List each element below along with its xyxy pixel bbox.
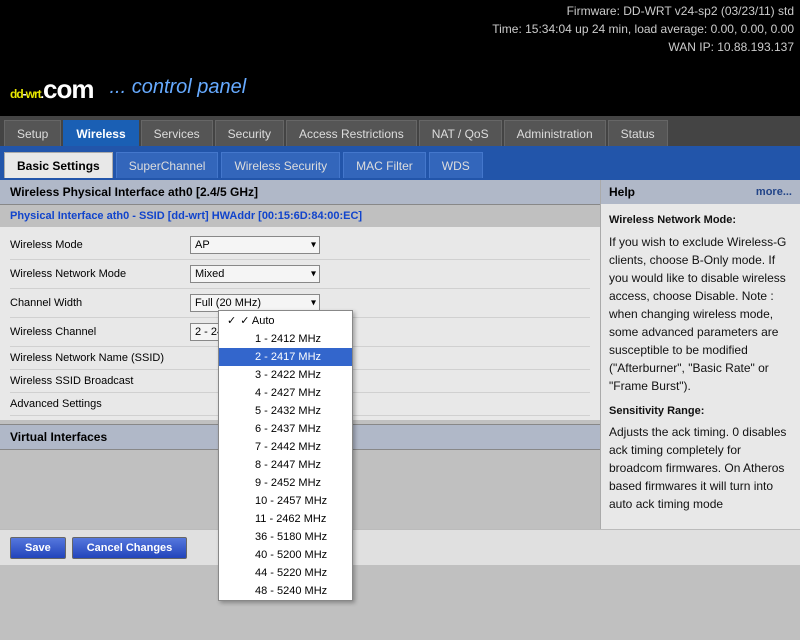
- save-button[interactable]: Save: [10, 537, 66, 559]
- main-tab-services[interactable]: Services: [141, 120, 213, 146]
- main-tab-administration[interactable]: Administration: [504, 120, 606, 146]
- dropdown-item-ch1[interactable]: 1 - 2412 MHz: [219, 330, 352, 348]
- dropdown-item-ch8[interactable]: 8 - 2447 MHz: [219, 456, 352, 474]
- main-tab-nat_qos[interactable]: NAT / QoS: [419, 120, 502, 146]
- dropdown-item-ch5[interactable]: 5 - 2432 MHz: [219, 402, 352, 420]
- help-content: Wireless Network Mode: If you wish to exc…: [601, 204, 800, 529]
- content-wrapper: Wireless Physical Interface ath0 [2.4/5 …: [0, 180, 800, 565]
- bottom-bar: Save Cancel Changes: [0, 529, 800, 565]
- dropdown-item-ch4[interactable]: 4 - 2427 MHz: [219, 384, 352, 402]
- dropdown-item-ch36[interactable]: 36 - 5180 MHz: [219, 528, 352, 546]
- logo-bar: dd-wrt.com ... control panel: [0, 58, 800, 116]
- dropdown-item-ch40[interactable]: 40 - 5200 MHz: [219, 546, 352, 564]
- help-section-heading: Sensitivity Range:: [609, 403, 792, 420]
- select-wireless_network_mode[interactable]: Mixed: [190, 265, 320, 283]
- main-nav: SetupWirelessServicesSecurityAccess Rest…: [0, 116, 800, 146]
- sub-tab-wds[interactable]: WDS: [429, 152, 483, 178]
- form-label-wireless_channel: Wireless Channel: [10, 326, 190, 338]
- physical-interface-label: Physical Interface ath0 - SSID [dd-wrt] …: [0, 205, 600, 227]
- help-section-heading: Wireless Network Mode:: [609, 212, 792, 229]
- dropdown-item-ch6[interactable]: 6 - 2437 MHz: [219, 420, 352, 438]
- dropdown-item-ch3[interactable]: 3 - 2422 MHz: [219, 366, 352, 384]
- sub-nav: Basic SettingsSuperChannelWireless Secur…: [0, 146, 800, 180]
- sub-tab-wireless_security[interactable]: Wireless Security: [221, 152, 340, 178]
- form-row-wireless_network_mode: Wireless Network ModeMixed: [10, 260, 590, 289]
- logo: dd-wrt.com: [10, 69, 93, 106]
- help-section-body: If you wish to exclude Wireless-G client…: [609, 233, 792, 395]
- help-header: Help more...: [601, 180, 800, 204]
- channel-dropdown-overlay[interactable]: ✓ Auto1 - 2412 MHz2 - 2417 MHz3 - 2422 M…: [218, 310, 353, 601]
- cancel-button[interactable]: Cancel Changes: [72, 537, 188, 559]
- wan-ip-info: WAN IP: 10.88.193.137: [6, 38, 794, 56]
- dropdown-item-ch10[interactable]: 10 - 2457 MHz: [219, 492, 352, 510]
- dropdown-item-auto[interactable]: ✓ Auto: [219, 311, 352, 330]
- full-content: Wireless Physical Interface ath0 [2.4/5 …: [0, 180, 800, 529]
- top-bar: Firmware: DD-WRT v24-sp2 (03/23/11) std …: [0, 0, 800, 58]
- dropdown-item-ch7[interactable]: 7 - 2442 MHz: [219, 438, 352, 456]
- form-label-wireless_network_mode: Wireless Network Mode: [10, 268, 190, 280]
- dropdown-item-ch48[interactable]: 48 - 5240 MHz: [219, 582, 352, 600]
- sub-tab-basic_settings[interactable]: Basic Settings: [4, 152, 113, 178]
- form-label-advanced_settings: Advanced Settings: [10, 398, 190, 410]
- main-tab-status[interactable]: Status: [608, 120, 668, 146]
- dropdown-item-ch44[interactable]: 44 - 5220 MHz: [219, 564, 352, 582]
- form-label-wireless_mode: Wireless Mode: [10, 239, 190, 251]
- form-control-wireless_network_mode[interactable]: Mixed: [190, 265, 320, 283]
- form-row-wireless_mode: Wireless ModeAP: [10, 231, 590, 260]
- form-label-wireless_ssid_broadcast: Wireless SSID Broadcast: [10, 375, 190, 387]
- logo-subtitle: ... control panel: [109, 76, 246, 99]
- dropdown-item-ch9[interactable]: 9 - 2452 MHz: [219, 474, 352, 492]
- time-info: Time: 15:34:04 up 24 min, load average: …: [6, 20, 794, 38]
- sub-tab-superchannel[interactable]: SuperChannel: [116, 152, 219, 178]
- section-header: Wireless Physical Interface ath0 [2.4/5 …: [0, 180, 600, 205]
- main-tab-wireless[interactable]: Wireless: [63, 120, 138, 146]
- form-control-wireless_mode[interactable]: AP: [190, 236, 320, 254]
- dropdown-item-ch2[interactable]: 2 - 2417 MHz: [219, 348, 352, 366]
- main-tab-access_restrictions[interactable]: Access Restrictions: [286, 120, 417, 146]
- form-label-channel_width: Channel Width: [10, 297, 190, 309]
- right-panel: Help more... Wireless Network Mode: If yo…: [600, 180, 800, 529]
- firmware-info: Firmware: DD-WRT v24-sp2 (03/23/11) std: [6, 2, 794, 20]
- sub-tab-mac_filter[interactable]: MAC Filter: [343, 152, 426, 178]
- help-more-link[interactable]: more...: [756, 186, 792, 198]
- main-tab-security[interactable]: Security: [215, 120, 284, 146]
- select-wireless_mode[interactable]: AP: [190, 236, 320, 254]
- form-label-wireless_network_name: Wireless Network Name (SSID): [10, 352, 190, 364]
- help-title: Help: [609, 185, 635, 199]
- main-tab-setup[interactable]: Setup: [4, 120, 61, 146]
- dropdown-item-ch11[interactable]: 11 - 2462 MHz: [219, 510, 352, 528]
- help-section-body: Adjusts the ack timing. 0 disables ack t…: [609, 423, 792, 513]
